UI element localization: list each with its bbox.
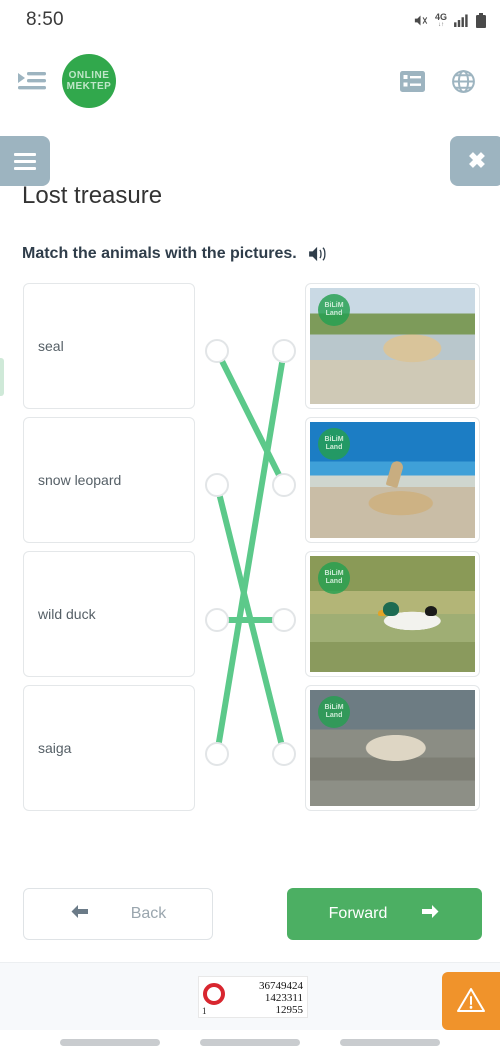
edge-indicator: [0, 358, 4, 396]
footer-navigation: Back Forward: [0, 888, 500, 942]
counter-values: 36749424 1423311 12955: [229, 980, 303, 1016]
indent-list-icon[interactable]: [18, 70, 46, 92]
back-button[interactable]: Back: [23, 888, 213, 940]
home-pill[interactable]: [200, 1039, 300, 1046]
picture-card-saiga[interactable]: BiLiM Land: [305, 283, 480, 409]
word-label: saiga: [38, 740, 72, 756]
word-label: wild duck: [38, 606, 96, 622]
watermark-line-2: Land: [325, 712, 343, 719]
android-nav-bar: [0, 1030, 500, 1055]
arrow-left-icon: [70, 904, 89, 924]
watermark-logo: BiLiM Land: [318, 294, 350, 326]
logo-line-2: MEKTEP: [66, 81, 112, 92]
speaker-icon[interactable]: [308, 246, 327, 262]
battery-icon: [476, 12, 486, 28]
picture-card-seal[interactable]: BiLiM Land: [305, 417, 480, 543]
back-label: Back: [130, 905, 167, 922]
forward-label: Forward: [328, 905, 388, 922]
picture-card-wild-duck[interactable]: BiLiM Land: [305, 551, 480, 677]
close-icon: ✖: [467, 148, 487, 173]
watermark-logo: BiLiM Land: [318, 428, 350, 460]
bottom-panel: 36749424 1423311 12955 1: [0, 962, 500, 1030]
connection-line: [214, 348, 287, 757]
connector-dot-right-duck-pic[interactable]: [272, 608, 296, 632]
picture-column: BiLiM Land BiLiM Land BiLiM Land BiLiM L…: [305, 283, 480, 819]
side-menu-button[interactable]: [0, 136, 50, 186]
watermark-line-2: Land: [325, 578, 343, 585]
header-left-group: ONLINE MEKTEP: [0, 54, 116, 108]
watermark-logo: BiLiM Land: [318, 562, 350, 594]
connector-dot-right-leopard-pic[interactable]: [272, 742, 296, 766]
signal-bars-icon: [454, 13, 469, 27]
connection-line: [214, 348, 287, 488]
status-icon-group: 4G ↓↑: [413, 11, 486, 28]
counter-ring-icon: [203, 983, 225, 1005]
app-header: ONLINE MEKTEP: [0, 40, 500, 122]
connector-dot-left-seal[interactable]: [205, 339, 229, 363]
picture-card-snow-leopard[interactable]: BiLiM Land: [305, 685, 480, 811]
watermark-line-1: BiLiM: [324, 436, 344, 443]
burger-line: [14, 152, 36, 156]
watermark-logo: BiLiM Land: [318, 696, 350, 728]
status-time: 8:50: [26, 9, 64, 30]
word-card-saiga[interactable]: saiga: [23, 685, 195, 811]
mute-icon: [413, 13, 428, 28]
watermark-line-1: BiLiM: [324, 570, 344, 577]
status-bar: 8:50 4G ↓↑: [0, 0, 500, 40]
page-title: Lost treasure: [22, 182, 163, 209]
word-card-seal[interactable]: seal: [23, 283, 195, 409]
word-label: seal: [38, 338, 64, 354]
arrow-right-icon: [421, 904, 440, 924]
recents-pill[interactable]: [60, 1039, 160, 1046]
watermark-line-2: Land: [325, 444, 343, 451]
word-card-snow-leopard[interactable]: snow leopard: [23, 417, 195, 543]
counter-value-2: 1423311: [264, 992, 303, 1004]
action-row: ✖: [0, 136, 500, 186]
online-mektep-logo[interactable]: ONLINE MEKTEP: [62, 54, 116, 108]
watermark-line-1: BiLiM: [324, 704, 344, 711]
connector-dot-left-wild-duck[interactable]: [205, 608, 229, 632]
burger-line: [14, 159, 36, 163]
burger-line: [14, 166, 36, 170]
warning-triangle-icon: [456, 986, 486, 1017]
connector-dot-right-saiga-pic[interactable]: [272, 339, 296, 363]
counter-left-digit: 1: [202, 1006, 207, 1016]
watermark-line-1: BiLiM: [324, 302, 344, 309]
app-screen: 8:50 4G ↓↑ ONLINE MEKTEP ✖ Lost treasure…: [0, 0, 500, 1055]
forward-button[interactable]: Forward: [287, 888, 482, 940]
header-right-group: [400, 69, 500, 94]
close-button[interactable]: ✖: [450, 136, 500, 186]
connector-dot-right-seal-pic[interactable]: [272, 473, 296, 497]
list-view-icon[interactable]: [400, 70, 425, 92]
watermark-line-2: Land: [325, 310, 343, 317]
connector-dot-left-saiga[interactable]: [205, 742, 229, 766]
network-type-icon: 4G ↓↑: [434, 11, 447, 28]
globe-language-icon[interactable]: [451, 69, 476, 94]
warning-button[interactable]: [442, 972, 500, 1030]
word-column: seal snow leopard wild duck saiga: [23, 283, 195, 819]
counter-value-1: 36749424: [259, 980, 303, 992]
matching-exercise: seal snow leopard wild duck saiga BiLiM …: [0, 283, 500, 823]
back-pill[interactable]: [340, 1039, 440, 1046]
instruction-text: Match the animals with the pictures.: [22, 245, 297, 262]
counter-widget[interactable]: 36749424 1423311 12955 1: [198, 976, 308, 1018]
instruction-row: Match the animals with the pictures.: [22, 245, 327, 263]
logo-line-1: ONLINE: [68, 70, 110, 81]
counter-value-3: 12955: [275, 1004, 304, 1016]
connector-dot-left-snow-leopard[interactable]: [205, 473, 229, 497]
word-label: snow leopard: [38, 472, 122, 488]
word-card-wild-duck[interactable]: wild duck: [23, 551, 195, 677]
